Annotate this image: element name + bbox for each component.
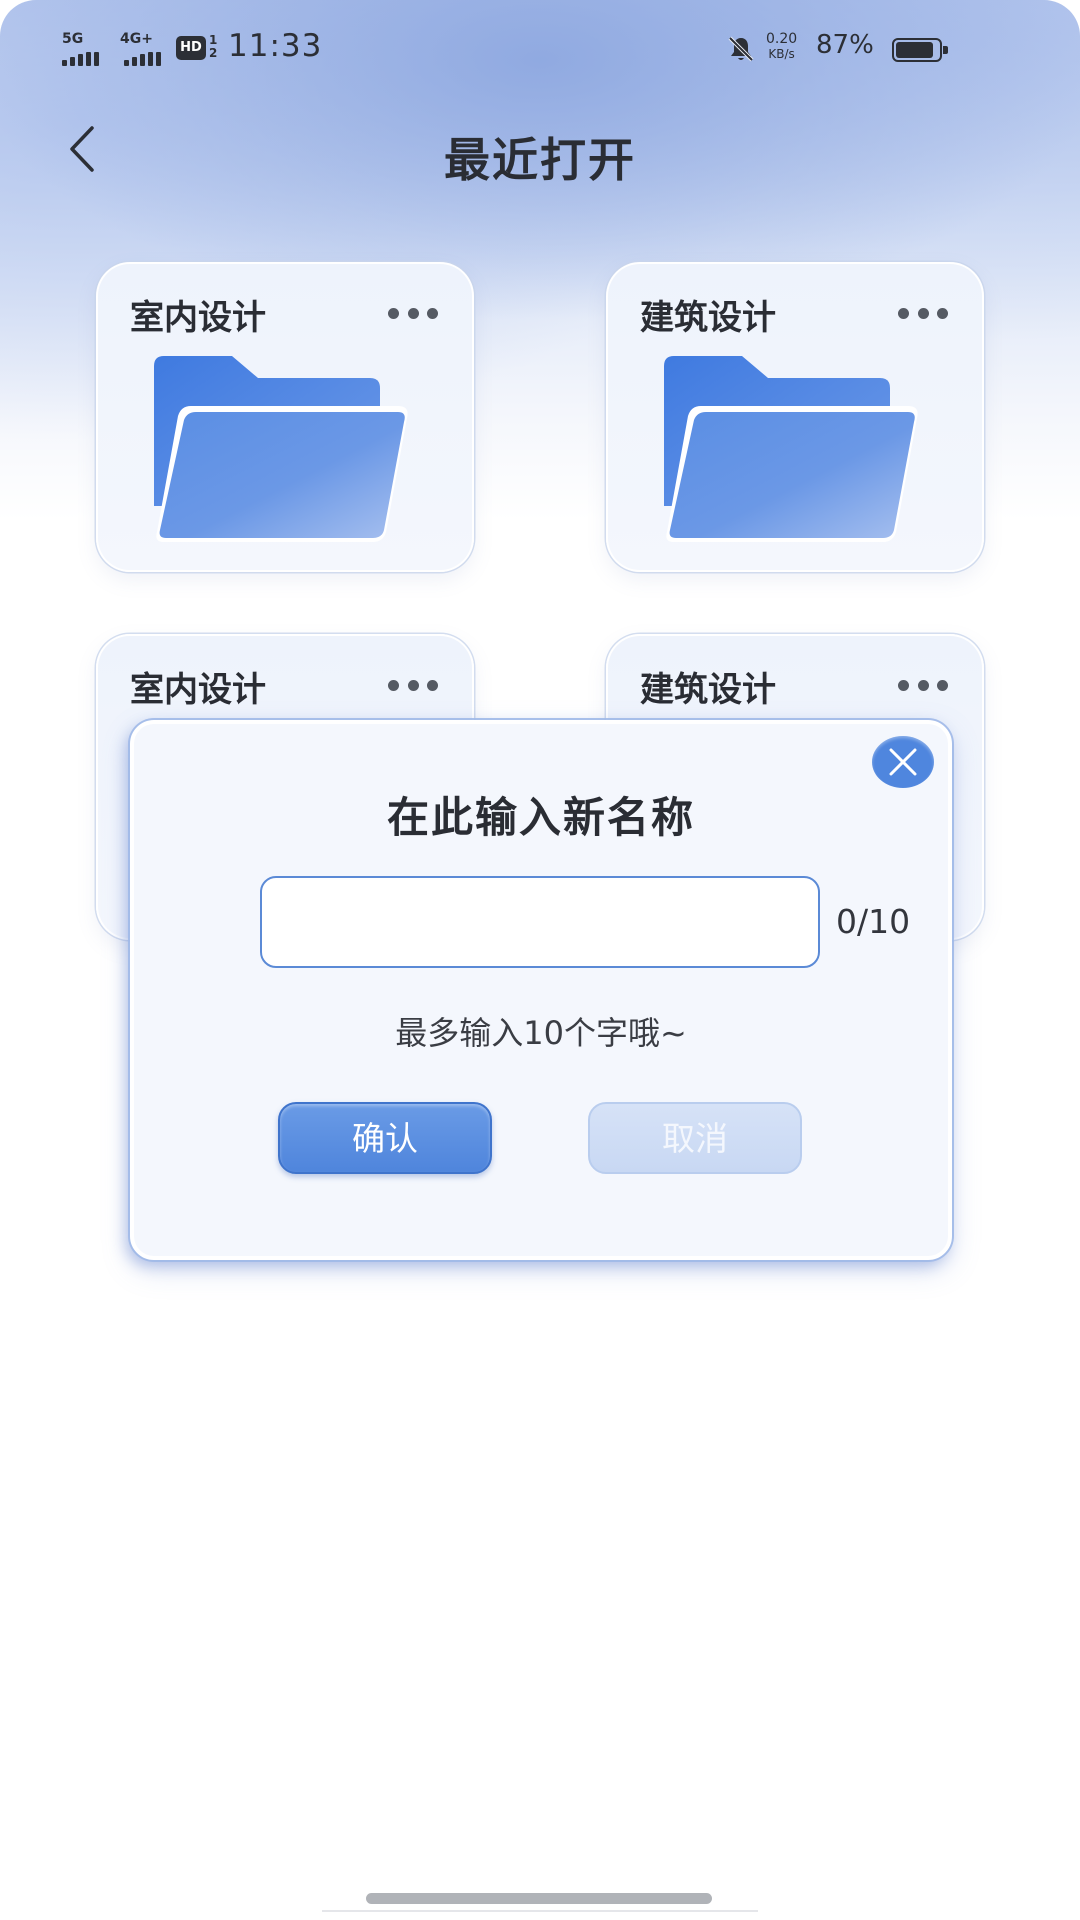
card-title: 室内设计 — [130, 298, 266, 338]
character-counter: 0/10 — [836, 902, 911, 941]
home-indicator-line — [322, 1910, 758, 1912]
card-title: 建筑设计 — [640, 298, 776, 338]
more-dots-icon[interactable] — [388, 678, 438, 692]
signal-5g-icon — [62, 44, 99, 66]
status-time: 11:33 — [228, 28, 323, 64]
status-bar: 5G 4G+ HD 1 2 11:33 0.20 KB/s 87% — [0, 0, 1080, 96]
more-dots-icon[interactable] — [898, 678, 948, 692]
confirm-button[interactable]: 确认 — [278, 1102, 492, 1174]
battery-percent: 87% — [816, 30, 874, 60]
battery-fill — [896, 42, 933, 58]
input-hint: 最多输入10个字哦~ — [395, 1014, 687, 1052]
home-indicator[interactable] — [366, 1893, 712, 1904]
file-card[interactable]: 室内设计 — [96, 262, 474, 572]
speed-value: 0.20 — [766, 31, 798, 47]
card-title: 建筑设计 — [640, 670, 776, 710]
mute-bell-icon — [728, 36, 754, 62]
folder-icon — [154, 356, 408, 542]
more-dots-icon[interactable] — [898, 306, 948, 320]
hd-sim-indicator: 1 2 — [209, 33, 218, 60]
cancel-button[interactable]: 取消 — [588, 1102, 802, 1174]
hd-voice-icon: HD — [176, 36, 206, 60]
file-card[interactable]: 建筑设计 — [606, 262, 984, 572]
dialog-title: 在此输入新名称 — [386, 793, 695, 842]
signal-4g-icon — [124, 44, 161, 66]
more-dots-icon[interactable] — [388, 306, 438, 320]
network-speed: 0.20 KB/s — [766, 32, 797, 62]
name-input[interactable] — [260, 876, 820, 968]
close-icon — [889, 748, 917, 776]
card-title: 室内设计 — [130, 670, 266, 710]
battery-icon — [892, 38, 948, 62]
rename-dialog: 在此输入新名称 0/10 最多输入10个字哦~ 确认 取消 — [130, 720, 952, 1260]
speed-unit: KB/s — [768, 47, 795, 61]
folder-icon — [664, 356, 918, 542]
page-title: 最近打开 — [444, 133, 636, 187]
close-button[interactable] — [872, 736, 934, 788]
